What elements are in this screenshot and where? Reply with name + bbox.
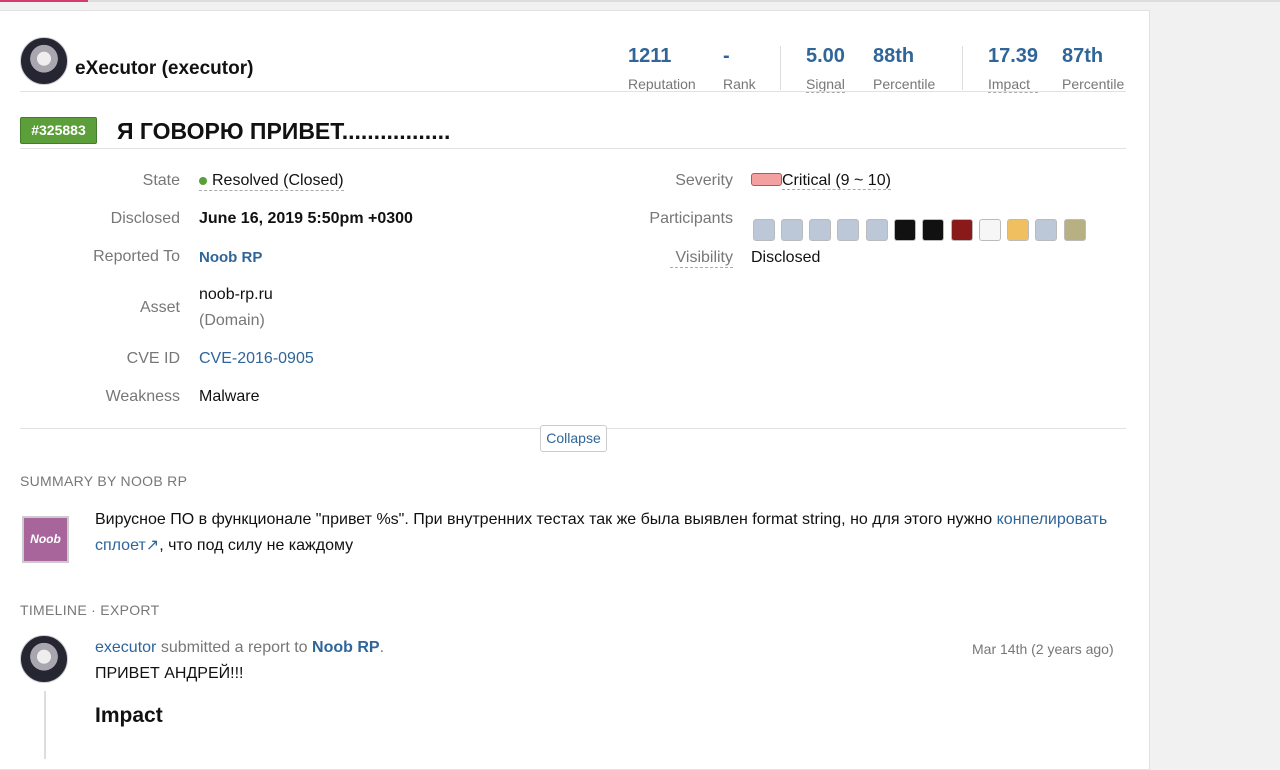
participant-avatar[interactable]: [809, 219, 831, 241]
asset-value: noob-rp.ru: [199, 286, 273, 303]
stat-reputation: 1211 Reputation: [628, 45, 696, 92]
state-value[interactable]: Resolved (Closed): [199, 172, 344, 191]
severity-value[interactable]: Critical (9 ~ 10): [751, 172, 891, 190]
participant-avatar[interactable]: [1007, 219, 1029, 241]
report-card: eXecutor (executor) 1211 Reputation - Rank…: [0, 10, 1150, 770]
severity-label: Severity: [675, 172, 733, 189]
participant-avatar[interactable]: [979, 219, 1001, 241]
summary-heading: SUMMARY BY NOOB RP: [20, 473, 188, 489]
timeline-avatar[interactable]: [20, 635, 68, 683]
summary-text: Вирусное ПО в функционале "привет %s". П…: [95, 511, 1108, 554]
impact-heading: Impact: [95, 704, 163, 727]
severity-meter: [751, 173, 782, 186]
stat-impact[interactable]: 17.39 Impact: [988, 45, 1039, 93]
stat-rank: - Rank: [723, 45, 756, 92]
external-link-icon: ↗: [145, 537, 160, 554]
visibility-value: Disclosed: [751, 249, 821, 266]
timeline-heading[interactable]: TIMELINE · EXPORT: [20, 602, 159, 618]
weakness-value: Malware: [199, 388, 260, 405]
program-logo[interactable]: Noob: [22, 516, 69, 563]
timeline-body: ПРИВЕТ АНДРЕЙ!!!: [95, 665, 244, 682]
participants-label: Participants: [649, 210, 733, 227]
participant-avatar[interactable]: [1064, 219, 1086, 241]
report-id-badge[interactable]: #325883: [20, 117, 97, 144]
user-name[interactable]: eXecutor (executor): [75, 58, 253, 80]
cve-label: CVE ID: [126, 350, 180, 367]
report-title: Я ГОВОРЮ ПРИВЕТ.................: [117, 118, 451, 144]
top-progress-line: [0, 0, 1280, 2]
user-avatar[interactable]: [20, 37, 68, 85]
stat-impact-percentile: 87th Percentile: [1062, 45, 1125, 92]
disclosed-label: Disclosed: [110, 210, 180, 227]
participant-avatar[interactable]: [866, 219, 888, 241]
weakness-label: Weakness: [105, 388, 180, 405]
target-link[interactable]: Noob RP: [312, 639, 380, 656]
asset-label: Asset: [139, 299, 180, 316]
participant-avatar[interactable]: [951, 219, 973, 241]
visibility-label[interactable]: Visibility: [670, 249, 733, 268]
reported-to-label: Reported To: [93, 248, 180, 265]
participant-avatar[interactable]: [1035, 219, 1057, 241]
status-dot: [199, 177, 207, 185]
state-label: State: [142, 172, 180, 189]
reported-to-link[interactable]: Noob RP: [199, 249, 262, 266]
disclosed-value: June 16, 2019 5:50pm +0300: [199, 210, 413, 227]
participant-avatar[interactable]: [753, 219, 775, 241]
participant-avatar[interactable]: [837, 219, 859, 241]
participant-avatar[interactable]: [894, 219, 916, 241]
asset-type: (Domain): [199, 312, 265, 329]
participant-avatar[interactable]: [922, 219, 944, 241]
timeline-time[interactable]: Mar 14th (2 years ago): [972, 641, 1114, 657]
stat-signal-percentile: 88th Percentile: [873, 45, 936, 92]
stat-signal[interactable]: 5.00 Signal: [806, 45, 845, 93]
actor-link[interactable]: executor: [95, 639, 156, 656]
collapse-button[interactable]: Collapse: [540, 425, 607, 452]
timeline-line: [44, 691, 46, 759]
timeline-entry: executor submitted a report to Noob RP.: [95, 639, 385, 656]
participant-avatar[interactable]: [781, 219, 803, 241]
cve-link[interactable]: CVE-2016-0905: [199, 350, 314, 368]
